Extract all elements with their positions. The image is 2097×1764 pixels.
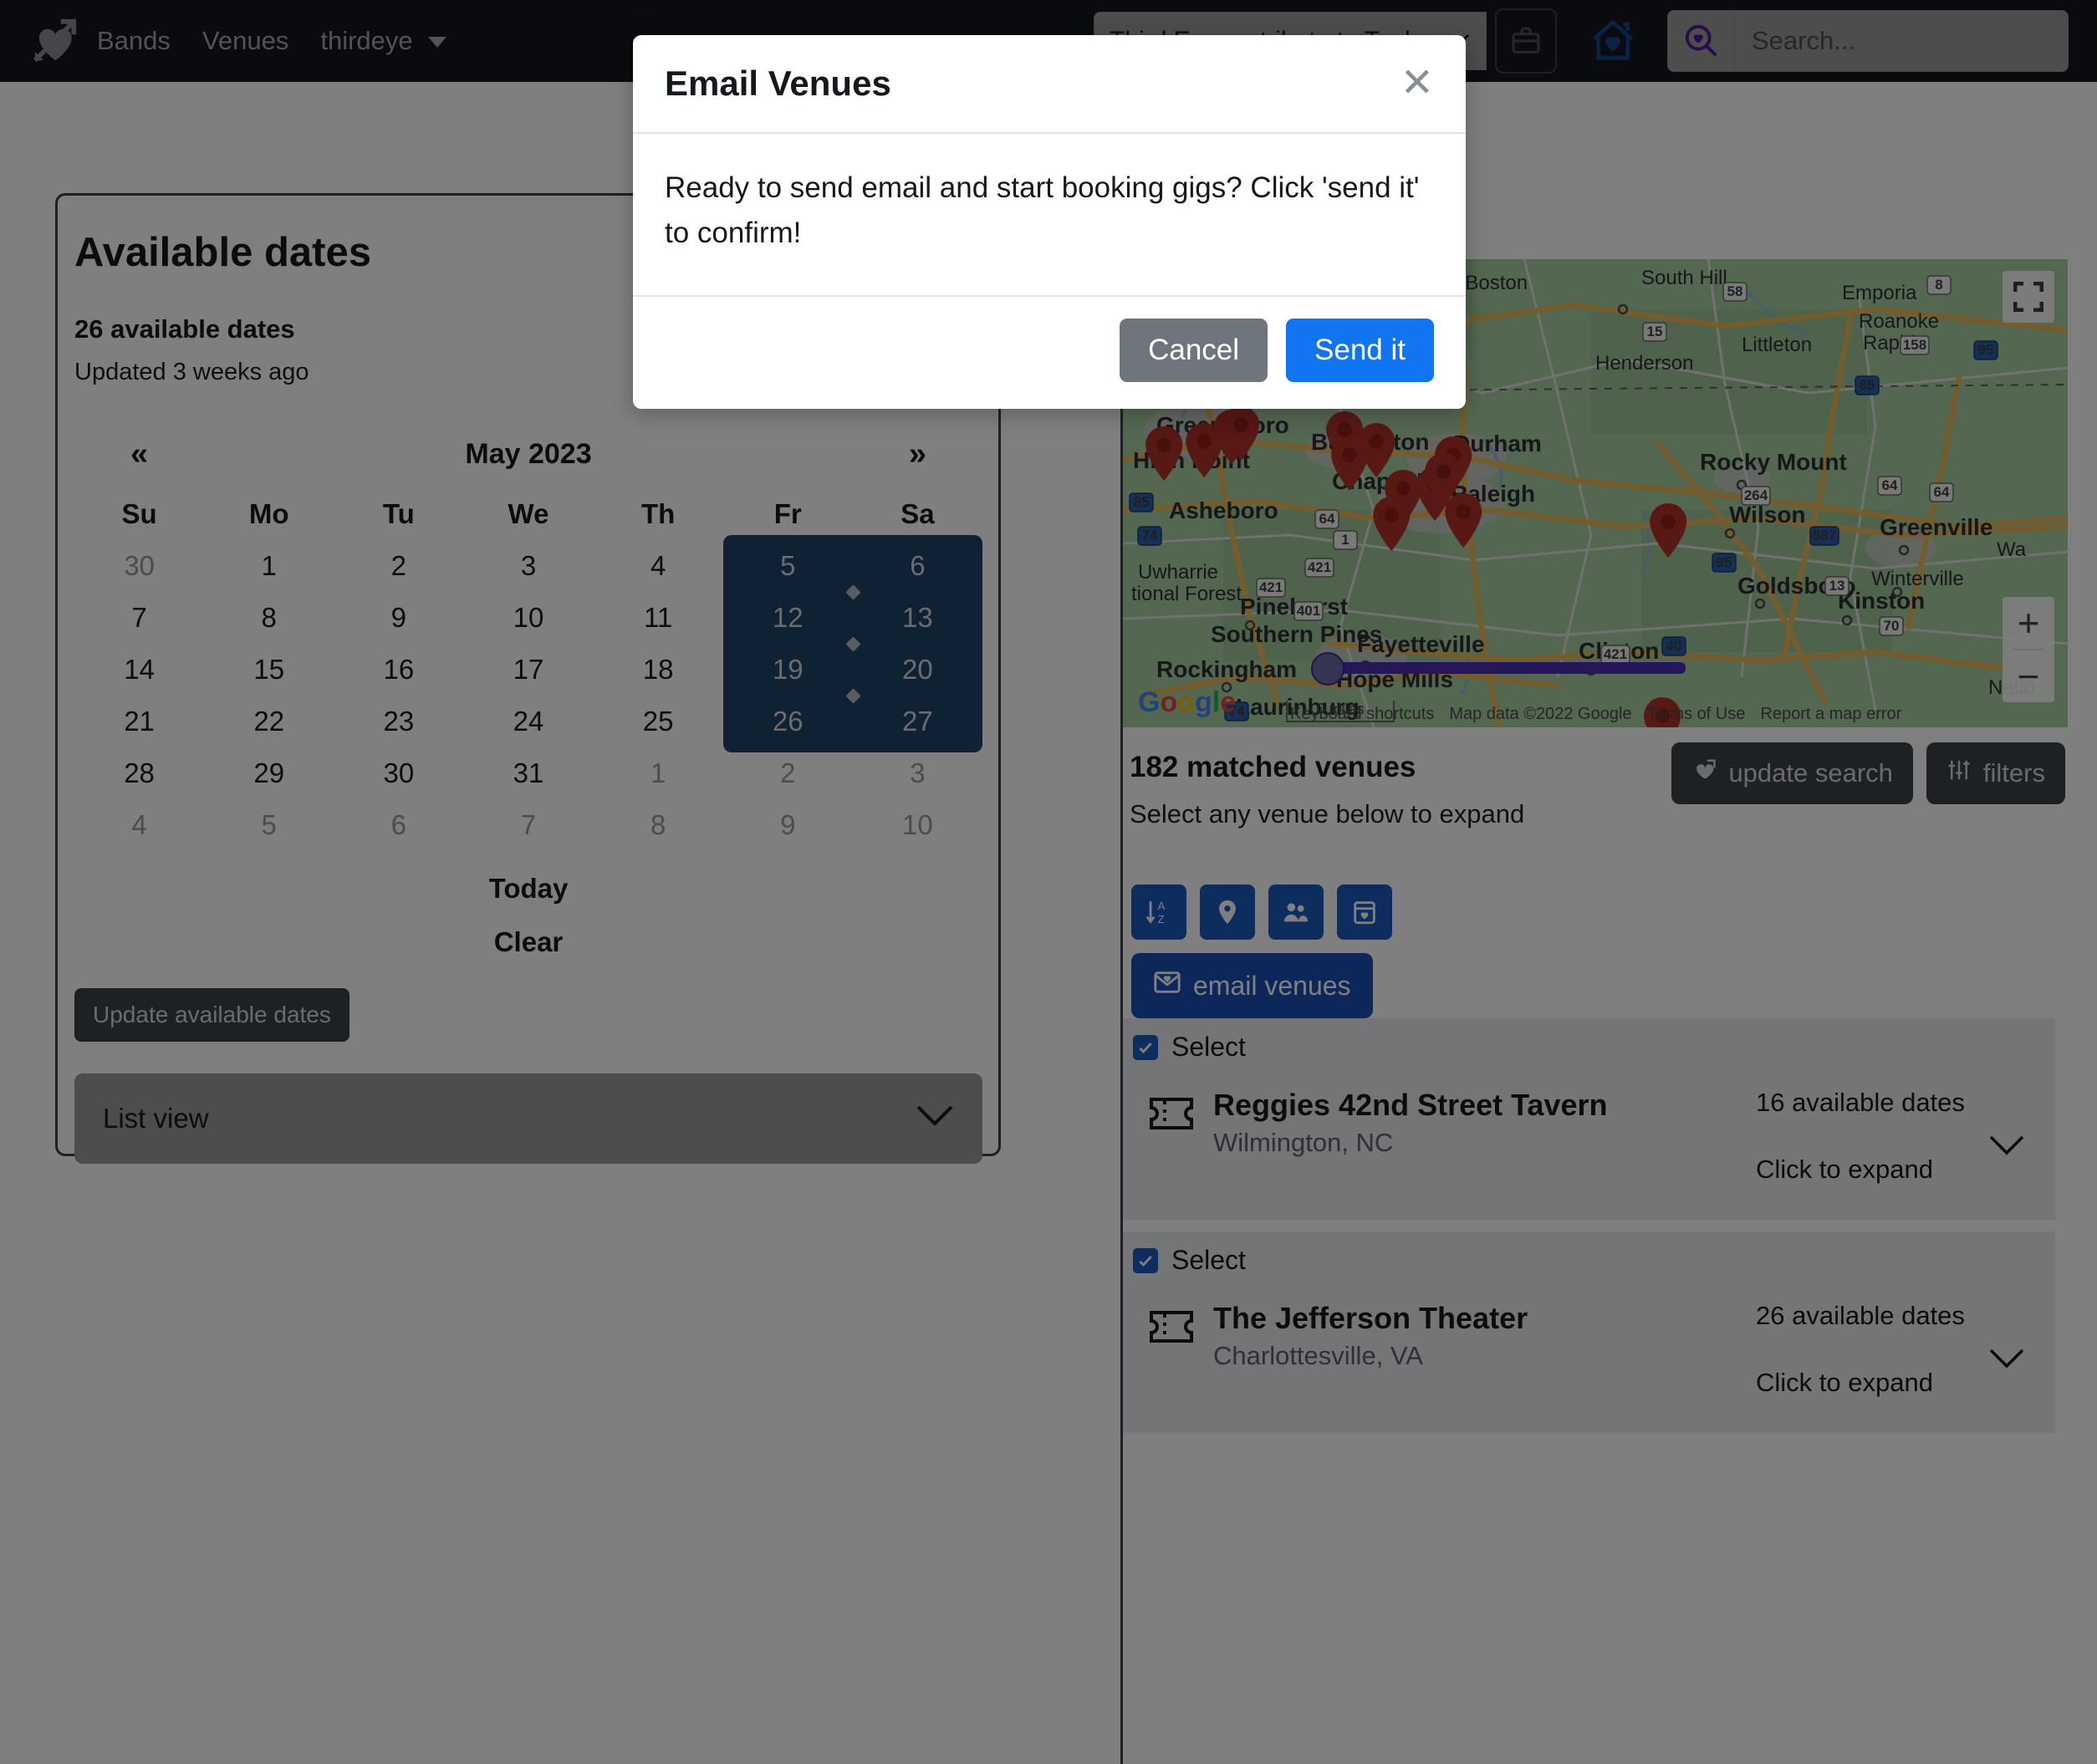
send-it-button[interactable]: Send it xyxy=(1286,318,1434,382)
close-icon[interactable]: ✕ xyxy=(1401,64,1434,104)
modal-title: Email Venues xyxy=(665,64,891,103)
modal-footer: Cancel Send it xyxy=(633,297,1466,409)
cancel-button[interactable]: Cancel xyxy=(1120,318,1268,382)
modal-header: Email Venues ✕ xyxy=(633,35,1466,134)
app-root: Available dates 26 available dates Updat… xyxy=(0,0,2097,1764)
modal-body-text: Ready to send email and start booking gi… xyxy=(633,134,1466,297)
email-venues-modal: Email Venues ✕ Ready to send email and s… xyxy=(633,35,1466,409)
